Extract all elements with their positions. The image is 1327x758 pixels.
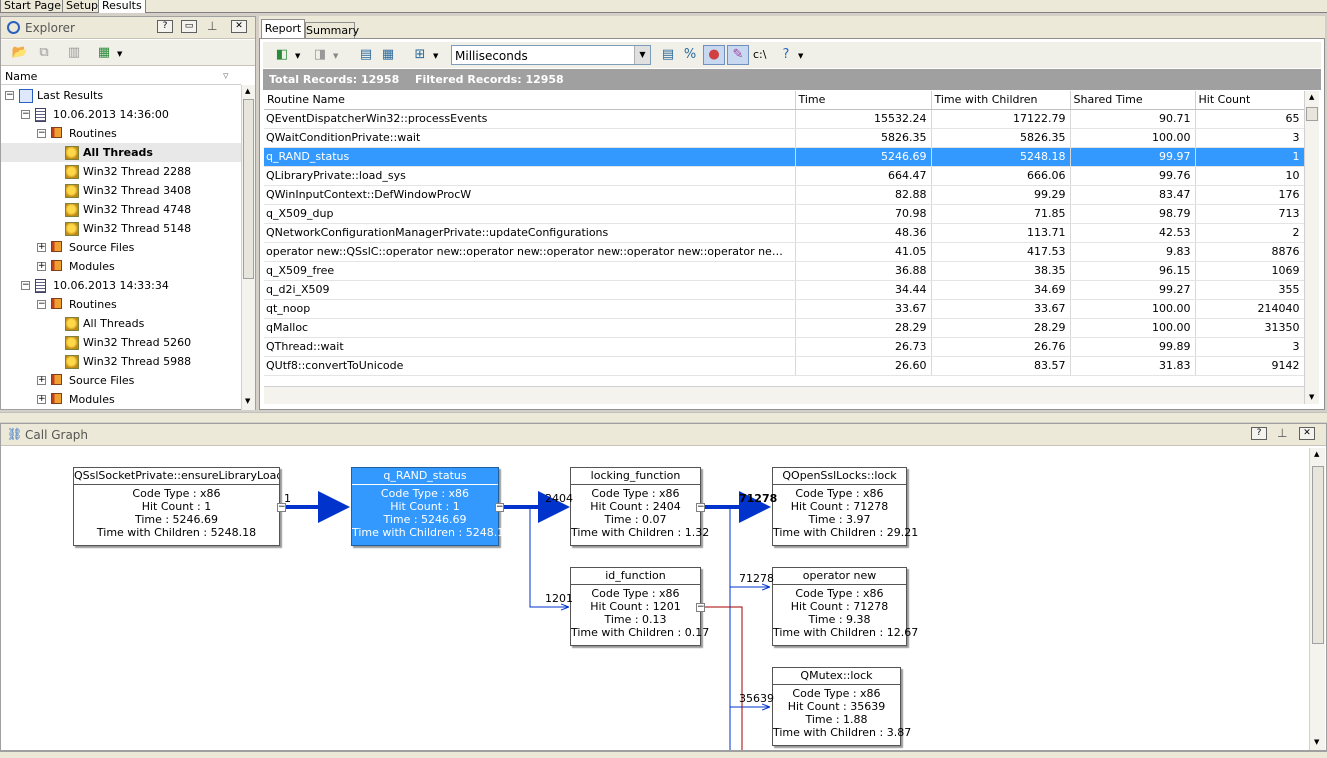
node-detail: Hit Count : 1201 [590,600,681,613]
call-graph-node[interactable]: id_function Code Type : x86 Hit Count : 12… [570,567,710,646]
node-detail: Time : 0.13 [604,613,667,626]
edge-label: 71278 [739,492,778,505]
node-detail: Hit Count : 1 [141,500,212,513]
node-detail: Time with Children : 5248.18 [96,526,257,539]
node-detail: Time : 9.38 [808,613,871,626]
node-title: locking_function [571,468,700,485]
node-title: operator new [773,568,906,585]
node-detail: Hit Count : 1 [390,500,460,513]
node-title: QSslSocketPrivate::ensureLibraryLoaded [74,468,279,485]
node-detail: Code Type : x86 [792,687,881,700]
call-graph-node[interactable]: QMutex::lockCode Type : x86 Hit Count : 3… [772,667,912,746]
node-detail: Hit Count : 71278 [790,600,889,613]
collapse-icon[interactable]: − [696,503,705,512]
node-detail: Time : 3.97 [808,513,871,526]
call-graph-node[interactable]: QSslSocketPrivate::ensureLibraryLoadedCo… [73,467,280,546]
edge-label: 1201 [545,592,573,605]
collapse-icon[interactable]: − [696,603,705,612]
edge-n5-other[interactable] [704,606,743,750]
node-detail: Time : 0.07 [604,513,667,526]
node-detail: Time with Children : 0.17 [571,626,710,639]
node-detail: Hit Count : 71278 [790,500,889,513]
node-detail: Time with Children : 3.87 [773,726,912,739]
node-detail: Time : 5246.69 [134,513,219,526]
node-detail: Code Type : x86 [795,487,884,500]
call-graph-node[interactable]: locking_function Code Type : x86 Hit Count… [570,467,710,546]
node-detail: Code Type : x86 [132,487,221,500]
node-detail: Time with Children : 29.21 [773,526,919,539]
node-detail: Code Type : x86 [591,487,680,500]
node-detail: Code Type : x86 [591,587,680,600]
edge-label: 1 [284,492,291,505]
node-title: QOpenSslLocks::lock [773,468,906,485]
call-graph-node[interactable]: q_RAND_status Code Type : x86 Hit Count : … [351,467,512,546]
node-title: QMutex::lock [773,668,900,685]
node-detail: Time with Children : 5248.18 [352,526,512,539]
node-detail: Time : 1.88 [805,713,868,726]
edge-label: 71278 [739,572,774,585]
node-detail: Hit Count : 2404 [590,500,681,513]
node-detail: Hit Count : 35639 [787,700,886,713]
node-detail: Code Type : x86 [380,487,470,500]
node-detail: Time : 5246.69 [383,513,467,526]
node-title: q_RAND_status [352,468,498,485]
node-detail: Time with Children : 1.32 [571,526,710,539]
bottom-tab-strip [0,751,1327,758]
node-detail: Time with Children : 12.67 [773,626,919,639]
edge-n3-n7[interactable] [729,587,769,707]
call-graph-node[interactable]: QOpenSslLocks::lockCode Type : x86 Hit Co… [772,467,919,546]
node-title: id_function [571,568,700,585]
collapse-icon[interactable]: − [495,503,504,512]
node-detail: Code Type : x86 [795,587,884,600]
edge-label: 2404 [545,492,573,505]
call-graph-node[interactable]: operator new Code Type : x86 Hit Count : 7… [772,567,919,646]
edge-label: 35639 [739,692,774,705]
